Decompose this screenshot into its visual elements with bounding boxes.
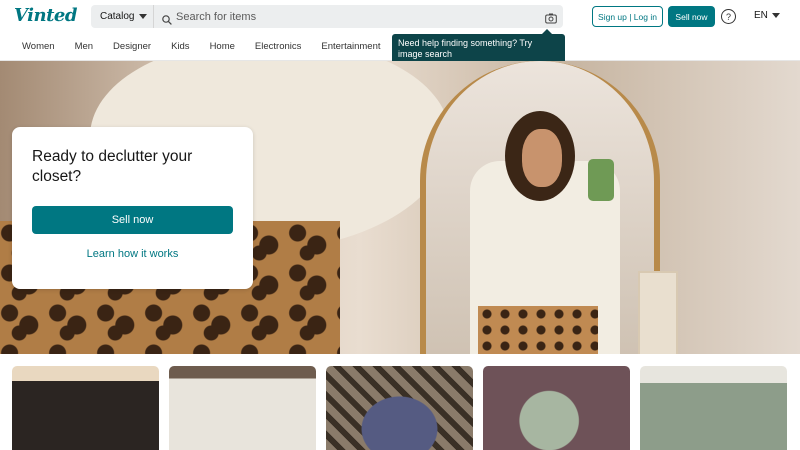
item-card-image[interactable] — [12, 366, 159, 450]
language-label: EN — [754, 10, 768, 21]
chevron-down-icon — [771, 13, 780, 18]
category-women[interactable]: Women — [22, 41, 55, 52]
category-electronics[interactable]: Electronics — [255, 41, 301, 52]
vinted-logo[interactable]: Vinted — [14, 5, 77, 26]
sell-now-button[interactable]: Sell now — [668, 6, 715, 27]
hero-photo-phone — [588, 159, 614, 201]
hero-photo-person-skirt — [478, 306, 598, 354]
hero-headline: Ready to declutter your closet? — [32, 148, 193, 185]
item-card-image[interactable] — [169, 366, 316, 450]
help-icon[interactable]: ? — [721, 9, 736, 24]
hero-photo-painting — [638, 271, 678, 354]
search-icon — [162, 12, 172, 25]
catalog-label: Catalog — [100, 11, 135, 22]
category-kids[interactable]: Kids — [171, 41, 189, 52]
search-bar: Catalog — [91, 5, 563, 28]
signup-login-button[interactable]: Sign up | Log in — [592, 6, 663, 27]
category-designer[interactable]: Designer — [113, 41, 151, 52]
item-grid — [12, 366, 800, 450]
hero-photo-face — [522, 129, 562, 187]
category-home[interactable]: Home — [210, 41, 235, 52]
category-men[interactable]: Men — [75, 41, 93, 52]
search-input[interactable] — [176, 10, 536, 23]
category-entertainment[interactable]: Entertainment — [321, 41, 380, 52]
top-header: Vinted Catalog Sign up | Log in Sell now… — [0, 0, 800, 33]
hero-sell-now-button[interactable]: Sell now — [32, 206, 233, 234]
language-selector[interactable]: EN — [754, 10, 780, 21]
hero-card: Ready to declutter your closet? Sell now… — [12, 127, 253, 289]
camera-icon[interactable] — [545, 11, 557, 24]
catalog-dropdown[interactable]: Catalog — [91, 5, 154, 28]
item-card-image[interactable] — [483, 366, 630, 450]
item-card-image[interactable] — [326, 366, 473, 450]
chevron-down-icon — [139, 14, 148, 19]
learn-how-it-works-link[interactable]: Learn how it works — [32, 248, 233, 262]
item-card-image[interactable] — [640, 366, 787, 450]
